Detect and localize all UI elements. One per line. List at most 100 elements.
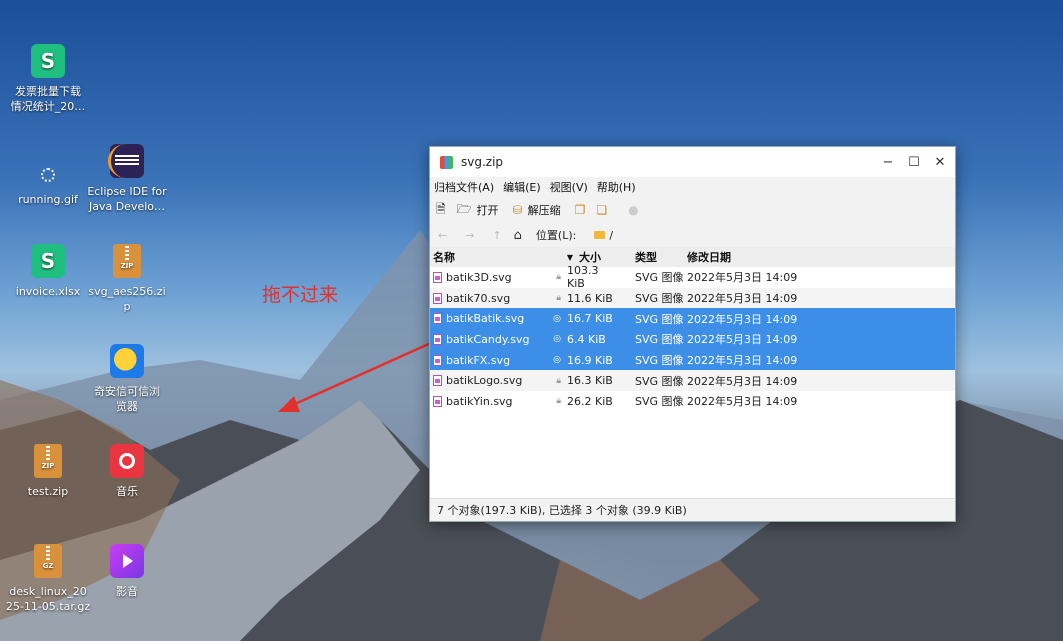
- desktop-icon-video[interactable]: 影音: [82, 544, 172, 599]
- close-button[interactable]: ✕: [927, 155, 953, 170]
- file-type: SVG 图像: [635, 312, 684, 326]
- lock-icon: 🔒︎: [556, 396, 561, 407]
- table-row[interactable]: batikCandy.svg ◎ 6.4 KiB SVG 图像 2022年5月3日 14…: [430, 329, 955, 350]
- forward-arrow-icon[interactable]: →: [465, 229, 474, 242]
- column-date[interactable]: 修改日期: [687, 249, 955, 265]
- folder-open-icon: 🗁: [456, 201, 472, 216]
- annotation-text: 拖不过来: [262, 284, 339, 306]
- title-bar[interactable]: svg.zip − ☐ ✕: [430, 147, 955, 177]
- file-size: 16.9 KiB: [567, 353, 613, 367]
- menu-help[interactable]: 帮助(H): [597, 179, 636, 195]
- file-name: batikYin.svg: [446, 394, 513, 408]
- file-date: 2022年5月3日 14:09: [687, 271, 798, 285]
- location-path[interactable]: /: [609, 229, 613, 242]
- menu-archive[interactable]: 归档文件(A): [434, 179, 494, 195]
- desktop-icon-music[interactable]: 音乐: [82, 444, 172, 499]
- desktop-icon-invoice-xlsx[interactable]: invoice.xlsx: [3, 244, 93, 299]
- svg-file-icon: [433, 375, 442, 387]
- folder-icon: [594, 231, 606, 239]
- toolbar: 🗎 🗁 打开 ⛁ 解压缩 ❐ ❏ ●: [430, 197, 955, 223]
- file-date: 2022年5月3日 14:09: [687, 312, 798, 326]
- gz-icon: GZ: [34, 544, 62, 578]
- desktop-icon-test-zip[interactable]: ZIP test.zip: [3, 444, 93, 499]
- table-row[interactable]: batik3D.svg 🔒︎ 103.3 KiB SVG 图像 2022年5月3日 14…: [430, 264, 955, 291]
- archive-app-icon: [440, 155, 453, 169]
- add-files-icon: ❐: [574, 203, 586, 217]
- home-icon[interactable]: ⌂: [514, 228, 522, 243]
- spreadsheet-icon: [31, 244, 65, 278]
- file-list[interactable]: 名称 ▼ 大小 类型 修改日期 batik3D.svg 🔒︎ 103.3 KiB SVG…: [430, 247, 955, 499]
- file-size: 103.3 KiB: [567, 264, 599, 291]
- new-archive-button[interactable]: 🗎: [436, 200, 451, 221]
- file-type: SVG 图像: [635, 374, 684, 388]
- extract-icon: ⛁: [512, 203, 523, 217]
- lock-icon: ◎: [553, 334, 561, 345]
- desktop-icon-label: desk_linux_20 25-11-05.tar.gz: [5, 585, 91, 613]
- svg-file-icon: [433, 354, 442, 366]
- file-date: 2022年5月3日 14:09: [687, 292, 798, 306]
- table-row[interactable]: batikFX.svg ◎ 16.9 KiB SVG 图像 2022年5月3日 14:0…: [430, 349, 955, 371]
- file-name: batikBatik.svg: [446, 312, 525, 326]
- archive-window[interactable]: svg.zip − ☐ ✕ 归档文件(A) 编辑(E) 视图(V) 帮助(H) …: [429, 146, 956, 522]
- menu-edit[interactable]: 编辑(E): [503, 179, 541, 195]
- location-bar: ← → ↑ ⌂ 位置(L): /: [430, 223, 955, 247]
- file-size: 16.3 KiB: [567, 374, 613, 388]
- file-type: SVG 图像: [635, 292, 684, 306]
- file-date: 2022年5月3日 14:09: [687, 395, 798, 409]
- file-size: 6.4 KiB: [567, 332, 606, 346]
- add-files-button[interactable]: ❐: [575, 203, 591, 217]
- table-row[interactable]: batikYin.svg 🔒︎ 26.2 KiB SVG 图像 2022年5月3日 14…: [430, 391, 955, 412]
- file-name: batikLogo.svg: [446, 374, 523, 388]
- add-folder-button[interactable]: ❏: [596, 203, 612, 217]
- open-button[interactable]: 🗁 打开: [457, 200, 499, 221]
- column-type[interactable]: 类型: [619, 249, 687, 265]
- menu-view[interactable]: 视图(V): [550, 179, 588, 195]
- extract-button[interactable]: ⛁ 解压缩: [513, 202, 561, 218]
- maximize-button[interactable]: ☐: [901, 155, 927, 170]
- file-rows: batik3D.svg 🔒︎ 103.3 KiB SVG 图像 2022年5月3日 14…: [430, 264, 955, 412]
- new-archive-icon: 🗎: [436, 201, 446, 216]
- column-name[interactable]: 名称: [430, 249, 551, 265]
- desktop-icon-invoice-stats[interactable]: 发票批量下载 情况统计_20…: [3, 44, 93, 114]
- desktop-icon-label: running.gif: [18, 193, 78, 206]
- desktop-icon-running-gif[interactable]: running.gif: [3, 158, 93, 207]
- up-arrow-icon[interactable]: ↑: [492, 229, 501, 242]
- back-arrow-icon[interactable]: ←: [438, 229, 447, 242]
- desktop-icon-qianxin-browser[interactable]: 奇安信可信浏 览器: [82, 344, 172, 414]
- status-bar: 7 个对象(197.3 KiB), 已选择 3 个对象 (39.9 KiB): [430, 498, 955, 521]
- desktop-icon-svg-aes256-zip[interactable]: ZIP svg_aes256.zi p: [82, 244, 172, 314]
- file-date: 2022年5月3日 14:09: [687, 374, 798, 388]
- lock-icon: ◎: [553, 355, 561, 366]
- file-name: batik70.svg: [446, 291, 511, 305]
- file-type: SVG 图像: [635, 271, 684, 285]
- column-size[interactable]: ▼ 大小: [551, 249, 619, 265]
- lock-icon: 🔒︎: [556, 272, 561, 283]
- gif-icon: [41, 168, 55, 182]
- desktop-icon-desk-linux-tar[interactable]: GZ desk_linux_20 25-11-05.tar.gz: [3, 544, 93, 614]
- file-list-header: 名称 ▼ 大小 类型 修改日期: [430, 247, 955, 267]
- music-icon: [110, 444, 144, 478]
- desktop-icon-eclipse[interactable]: Eclipse IDE for Java Develo…: [82, 144, 172, 214]
- svg-file-icon: [433, 333, 442, 345]
- location-label: 位置(L):: [535, 229, 577, 242]
- desktop-icon-label: 音乐: [116, 485, 138, 498]
- open-label: 打开: [476, 204, 499, 217]
- file-type: SVG 图像: [635, 395, 684, 409]
- gz-badge: GZ: [42, 562, 54, 570]
- table-row[interactable]: batikBatik.svg ◎ 16.7 KiB SVG 图像 2022年5月3日 1…: [430, 308, 955, 330]
- add-folder-icon: ❏: [596, 203, 608, 217]
- column-size-label: 大小: [579, 251, 601, 264]
- lock-icon: 🔒︎: [556, 293, 561, 304]
- stop-button[interactable]: ●: [628, 203, 643, 217]
- svg-file-icon: [433, 395, 442, 407]
- file-type: SVG 图像: [635, 354, 684, 368]
- file-date: 2022年5月3日 14:09: [687, 354, 798, 368]
- table-row[interactable]: batikLogo.svg 🔒︎ 16.3 KiB SVG 图像 2022年5月3日 1…: [430, 370, 955, 392]
- eclipse-icon: [108, 144, 144, 178]
- desktop-icon-label: Eclipse IDE for Java Develo…: [87, 185, 167, 213]
- table-row[interactable]: batik70.svg 🔒︎ 11.6 KiB SVG 图像 2022年5月3日 14:…: [430, 287, 955, 309]
- desktop-icon-label: svg_aes256.zi p: [88, 285, 166, 313]
- sort-desc-icon: ▼: [566, 252, 573, 262]
- svg-file-icon: [433, 313, 442, 325]
- minimize-button[interactable]: −: [875, 155, 901, 170]
